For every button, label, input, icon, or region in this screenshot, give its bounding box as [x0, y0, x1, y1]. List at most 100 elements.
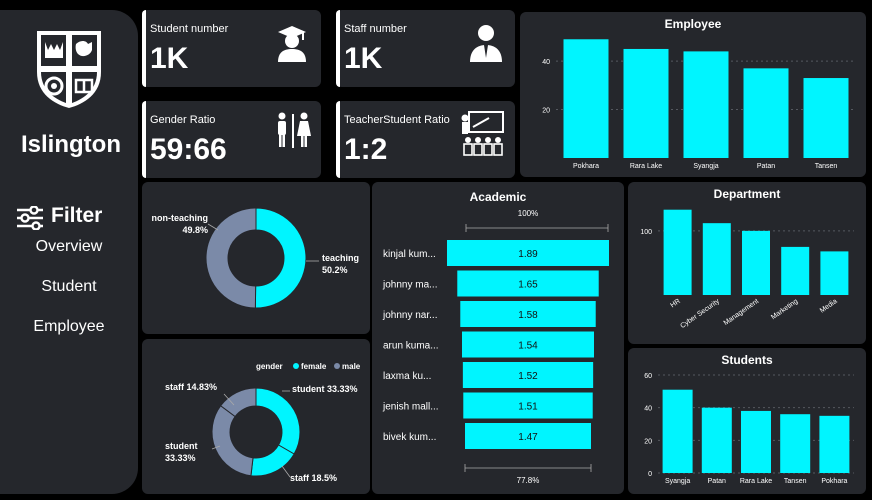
kpi-student-card: Student number 1K — [142, 10, 321, 87]
y-tick-label: 0 — [648, 471, 652, 478]
kpi-student-value: 1K — [150, 42, 189, 75]
leader-line — [281, 465, 291, 478]
department-chart: 100 HRCyber Security Management Marketing Me… — [640, 209, 854, 330]
classroom-icon — [461, 111, 504, 156]
bar — [662, 389, 693, 473]
funnel-category-label: jenish mall... — [382, 402, 439, 413]
x-tick-label: Patan — [757, 163, 775, 170]
funnel-category-label: bivek kum... — [383, 432, 436, 443]
bar — [741, 410, 771, 473]
nav-overview[interactable]: Overview — [0, 238, 138, 256]
x-tick-label: Syangja — [665, 478, 690, 485]
x-tick-label: Pokhara — [821, 478, 847, 485]
funnel-value-label: 1.54 — [518, 341, 538, 352]
nav-employee[interactable]: Employee — [0, 318, 138, 336]
kpi-student-label: Student number — [150, 23, 229, 35]
employee-chart: 20 40 Pokhara Rara Lake Syangja Patan Tansen — [542, 39, 856, 170]
kpi-ratio-card: TeacherStudent Ratio 1:2 — [336, 101, 515, 178]
y-tick-label: 100 — [640, 229, 652, 236]
y-tick-label: 20 — [542, 108, 550, 115]
x-tick-label: Media — [819, 298, 839, 315]
y-tick-label: 40 — [644, 406, 652, 413]
staff-person-icon — [470, 25, 502, 62]
bar — [623, 48, 669, 158]
funnel-top-label: 100% — [518, 209, 538, 218]
x-tick-label: Tansen — [815, 163, 838, 170]
legend-title: gender — [256, 362, 283, 371]
donut-slice — [211, 405, 254, 477]
students-chart: 0 20 40 60 Syangja Patan Rara Lake Tansen Pokhar… — [644, 373, 854, 485]
sidebar: Islington Filter Overview Student Employ… — [0, 10, 138, 494]
card-accent — [142, 101, 146, 178]
sliders-icon — [17, 206, 43, 230]
students-panel: Students 0 20 40 60 Syangja Patan Rara Lake Tan… — [628, 348, 866, 494]
y-tick-label: 60 — [644, 373, 652, 380]
card-accent — [336, 101, 340, 178]
x-tick-label: Marketing — [770, 298, 799, 321]
funnel-bottom-label: 77.8% — [517, 476, 540, 485]
x-tick-label: Syangja — [693, 163, 718, 170]
staff-type-donut: teaching 50.2% non-teaching 49.8% — [152, 207, 359, 309]
academic-funnel: 100% kinjal kum... 1.89 johnny ma... 1.65 joh… — [382, 209, 609, 485]
kpi-gender-label: Gender Ratio — [150, 114, 216, 126]
restroom-icon — [278, 112, 311, 148]
x-tick-label: Cyber Security — [679, 298, 721, 330]
donut-label: student — [165, 441, 198, 451]
funnel-category-label: arun kuma... — [383, 341, 439, 352]
filter-button[interactable]: Filter — [16, 204, 126, 230]
kpi-staff-value: 1K — [344, 42, 383, 75]
kpi-staff-label: Staff number — [344, 23, 407, 35]
donut-label: teaching — [322, 253, 359, 263]
x-tick-label: Tansen — [784, 478, 807, 485]
bar — [742, 230, 770, 295]
funnel-category-label: johnny ma... — [382, 280, 437, 291]
x-tick-label: Pokhara — [573, 163, 599, 170]
funnel-value-label: 1.52 — [518, 371, 538, 382]
y-tick-label: 40 — [542, 59, 550, 66]
donut-label: staff 18.5% — [290, 473, 337, 483]
donut-slice — [205, 207, 257, 309]
bar — [781, 246, 810, 295]
funnel-category-label: johnny nar... — [382, 310, 437, 321]
graduate-icon — [278, 26, 306, 62]
donut-value: 49.8% — [182, 225, 208, 235]
legend-swatch-male — [334, 363, 340, 369]
bar — [803, 78, 849, 158]
card-accent — [142, 10, 146, 87]
staff-type-panel: teaching 50.2% non-teaching 49.8% — [142, 182, 370, 334]
funnel-category-label: laxma ku... — [383, 371, 431, 382]
x-tick-label: Patan — [708, 478, 726, 485]
donut-label: student 33.33% — [292, 384, 358, 394]
filter-label: Filter — [51, 204, 103, 227]
funnel-value-label: 1.51 — [518, 402, 538, 413]
funnel-value-label: 1.58 — [518, 310, 538, 321]
funnel-value-label: 1.47 — [518, 432, 538, 443]
bar — [820, 251, 849, 295]
academic-panel: Academic 100% kinjal kum... 1.89 johnny ma.… — [372, 182, 624, 494]
legend-swatch-female — [293, 363, 299, 369]
donut-label: staff 14.83% — [165, 382, 217, 392]
crest-logo — [37, 31, 101, 108]
legend-male: male — [342, 362, 361, 371]
funnel-category-label: kinjal kum... — [383, 249, 436, 260]
donut-value: 33.33% — [165, 453, 196, 463]
employee-chart-panel: Employee 20 40 Pokhara Rara Lake Syangja Pata… — [520, 12, 866, 177]
funnel-value-label: 1.89 — [518, 249, 538, 260]
bar — [702, 223, 731, 295]
kpi-gender-value: 59:66 — [150, 133, 227, 166]
y-tick-label: 20 — [644, 438, 652, 445]
bar — [701, 407, 732, 473]
funnel-value-label: 1.65 — [518, 280, 538, 291]
card-accent — [336, 10, 340, 87]
donut-slice — [255, 387, 301, 455]
donut-label: non-teaching — [152, 213, 209, 223]
x-tick-label: HR — [669, 298, 681, 310]
x-tick-label: Management — [723, 298, 761, 327]
x-tick-label: Rara Lake — [630, 163, 662, 170]
nav-student[interactable]: Student — [0, 278, 138, 296]
kpi-staff-card: Staff number 1K — [336, 10, 515, 87]
bar — [819, 415, 850, 473]
app-title: Islington — [21, 131, 121, 158]
kpi-ratio-label: TeacherStudent Ratio — [344, 114, 450, 126]
legend-female: female — [301, 362, 327, 371]
